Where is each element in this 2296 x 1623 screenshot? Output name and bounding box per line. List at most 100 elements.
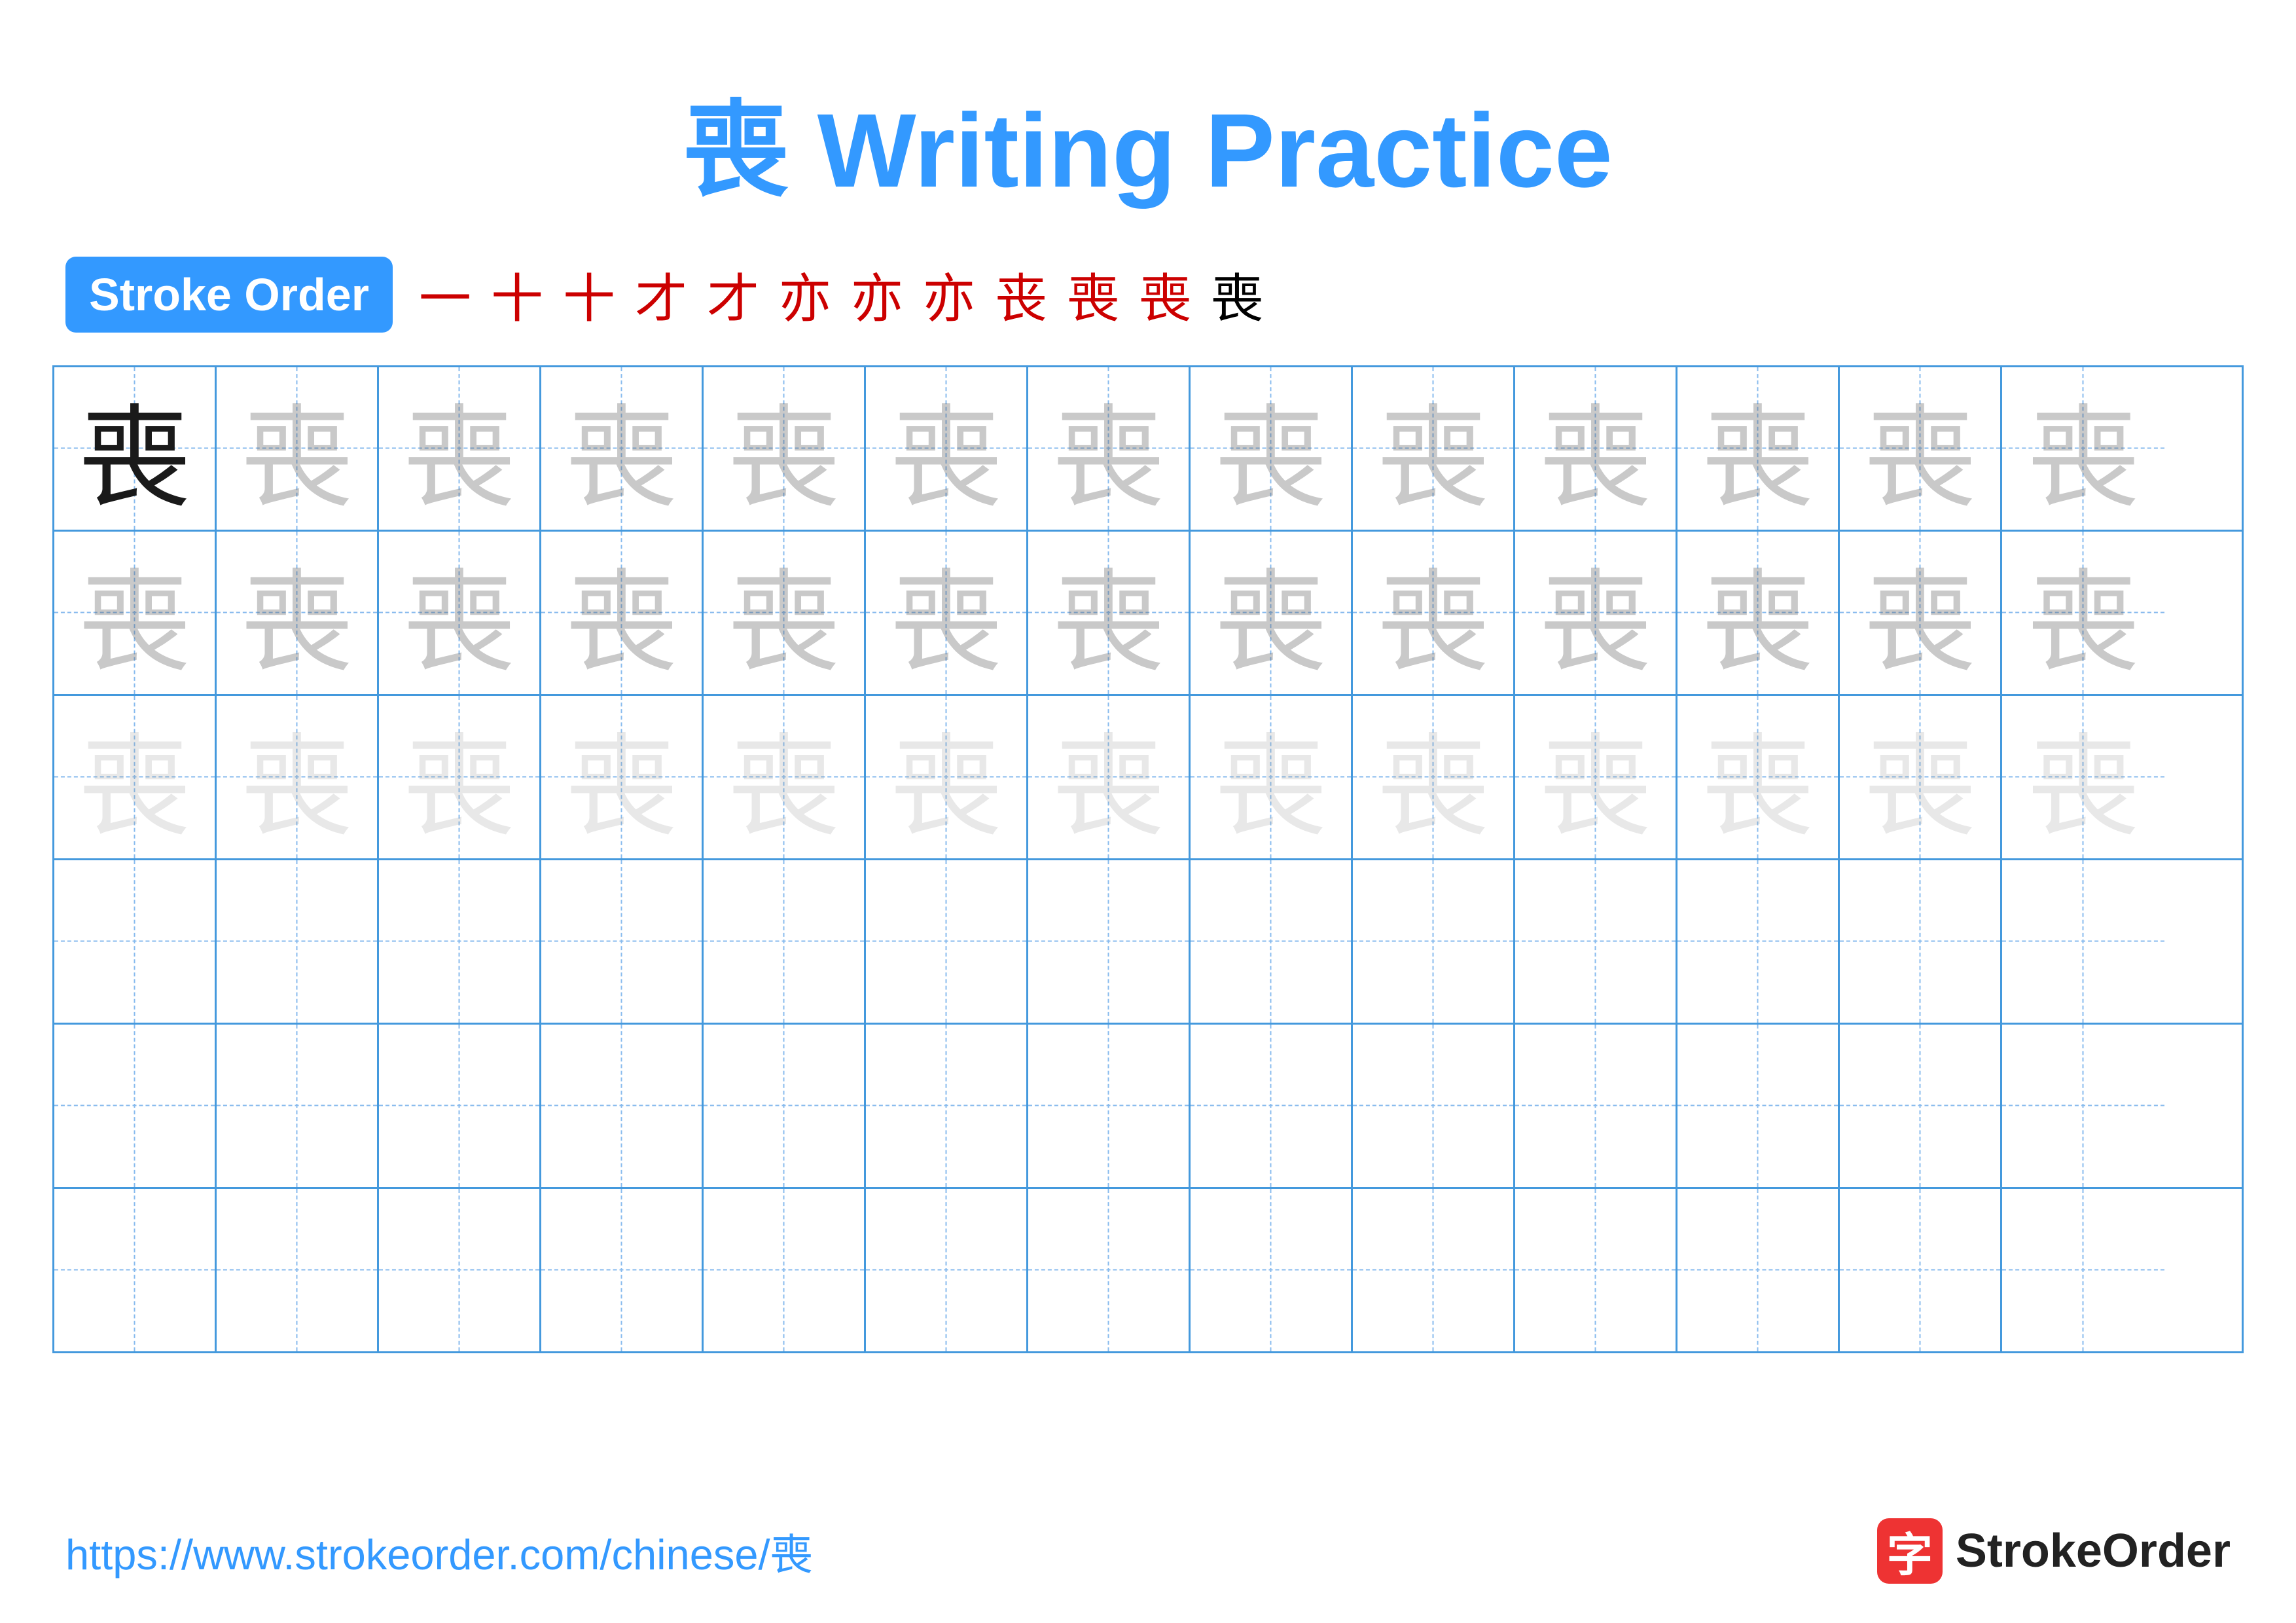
grid-cell[interactable] xyxy=(1028,1189,1191,1351)
stroke-step-3: 十 xyxy=(563,257,615,333)
grid-cell[interactable] xyxy=(379,860,541,1023)
char-trace: 喪 xyxy=(1702,532,1813,693)
grid-cell[interactable] xyxy=(1353,1025,1515,1187)
grid-cell: 喪 xyxy=(379,367,541,530)
grid-cell: 喪 xyxy=(1840,367,2002,530)
grid-cell[interactable] xyxy=(54,860,217,1023)
grid-cell[interactable] xyxy=(1677,1025,1840,1187)
grid-row-1: 喪 喪 喪 喪 喪 喪 喪 喪 喪 喪 喪 喪 xyxy=(54,367,2242,532)
grid-cell: 喪 xyxy=(1840,532,2002,694)
grid-cell[interactable] xyxy=(217,1189,379,1351)
grid-cell: 喪 xyxy=(1191,367,1353,530)
footer-logo: 字 StrokeOrder xyxy=(1877,1518,2231,1584)
grid-cell[interactable] xyxy=(1677,860,1840,1023)
stroke-step-9: 丧 xyxy=(995,257,1047,333)
char-trace: 喪 xyxy=(2028,697,2139,858)
grid-cell: 喪 xyxy=(217,367,379,530)
grid-cell[interactable] xyxy=(1353,860,1515,1023)
grid-cell: 喪 xyxy=(1028,532,1191,694)
grid-cell: 喪 xyxy=(217,696,379,858)
grid-cell[interactable] xyxy=(1677,1189,1840,1351)
char-trace: 喪 xyxy=(1052,368,1164,529)
grid-cell[interactable] xyxy=(2002,1189,2164,1351)
grid-cell: 喪 xyxy=(541,532,704,694)
title-char: 喪 xyxy=(683,92,788,209)
grid-cell: 喪 xyxy=(1515,696,1677,858)
grid-cell: 喪 xyxy=(1353,532,1515,694)
grid-cell: 喪 xyxy=(541,367,704,530)
grid-row-2: 喪 喪 喪 喪 喪 喪 喪 喪 喪 喪 喪 喪 xyxy=(54,532,2242,696)
grid-cell[interactable] xyxy=(379,1189,541,1351)
grid-cell[interactable] xyxy=(1191,1189,1353,1351)
grid-cell[interactable] xyxy=(54,1025,217,1187)
char-trace: 喪 xyxy=(79,697,190,858)
grid-cell: 喪 xyxy=(379,532,541,694)
grid-cell[interactable] xyxy=(1515,860,1677,1023)
grid-cell: 喪 xyxy=(2002,696,2164,858)
grid-cell[interactable] xyxy=(1353,1189,1515,1351)
grid-row-4 xyxy=(54,860,2242,1025)
grid-cell: 喪 xyxy=(1677,367,1840,530)
page-title: 喪 Writing Practice xyxy=(0,0,2296,217)
grid-cell[interactable] xyxy=(541,1025,704,1187)
char-trace: 喪 xyxy=(565,368,677,529)
grid-cell[interactable] xyxy=(2002,860,2164,1023)
grid-cell[interactable] xyxy=(2002,1025,2164,1187)
char-trace: 喪 xyxy=(890,532,1001,693)
char-trace: 喪 xyxy=(403,532,514,693)
grid-cell[interactable] xyxy=(866,1025,1028,1187)
char-trace: 喪 xyxy=(728,697,839,858)
char-trace: 喪 xyxy=(890,697,1001,858)
char-main: 喪 xyxy=(79,368,190,529)
char-trace: 喪 xyxy=(1864,368,1975,529)
stroke-step-4: 才 xyxy=(635,257,687,333)
stroke-order-row: Stroke Order 一 十 十 才 才 亦 亦 亦 丧 喪 喪 喪 xyxy=(0,257,2296,333)
footer-logo-icon: 字 xyxy=(1877,1518,1943,1584)
grid-cell[interactable] xyxy=(217,860,379,1023)
stroke-order-badge: Stroke Order xyxy=(65,257,393,333)
grid-cell[interactable] xyxy=(54,1189,217,1351)
grid-cell: 喪 xyxy=(1353,367,1515,530)
stroke-step-6: 亦 xyxy=(779,257,831,333)
grid-row-5 xyxy=(54,1025,2242,1189)
stroke-step-1: 一 xyxy=(419,257,471,333)
grid-cell: 喪 xyxy=(1515,532,1677,694)
grid-cell[interactable] xyxy=(541,860,704,1023)
char-trace: 喪 xyxy=(1864,532,1975,693)
grid-cell[interactable] xyxy=(1840,1189,2002,1351)
char-trace: 喪 xyxy=(890,368,1001,529)
grid-cell[interactable] xyxy=(1840,1025,2002,1187)
grid-cell: 喪 xyxy=(54,367,217,530)
grid-cell[interactable] xyxy=(1515,1025,1677,1187)
footer-logo-text: StrokeOrder xyxy=(1956,1524,2231,1578)
grid-cell[interactable] xyxy=(541,1189,704,1351)
grid-cell[interactable] xyxy=(866,1189,1028,1351)
grid-cell[interactable] xyxy=(704,1189,866,1351)
grid-cell[interactable] xyxy=(866,860,1028,1023)
grid-cell[interactable] xyxy=(1191,860,1353,1023)
grid-cell[interactable] xyxy=(704,1025,866,1187)
char-trace: 喪 xyxy=(1215,532,1326,693)
grid-cell[interactable] xyxy=(1191,1025,1353,1187)
grid-cell[interactable] xyxy=(1028,860,1191,1023)
grid-cell: 喪 xyxy=(704,696,866,858)
stroke-step-5: 才 xyxy=(707,257,759,333)
grid-cell: 喪 xyxy=(866,367,1028,530)
grid-cell[interactable] xyxy=(1515,1189,1677,1351)
footer-url[interactable]: https://www.strokeorder.com/chinese/喪 xyxy=(65,1520,813,1582)
char-trace: 喪 xyxy=(1052,532,1164,693)
stroke-step-12: 喪 xyxy=(1211,257,1263,333)
char-trace: 喪 xyxy=(79,532,190,693)
stroke-step-2: 十 xyxy=(491,257,543,333)
grid-cell[interactable] xyxy=(217,1025,379,1187)
grid-cell[interactable] xyxy=(379,1025,541,1187)
stroke-step-11: 喪 xyxy=(1139,257,1191,333)
grid-cell[interactable] xyxy=(1840,860,2002,1023)
grid-row-6 xyxy=(54,1189,2242,1351)
char-trace: 喪 xyxy=(1377,368,1488,529)
grid-cell[interactable] xyxy=(1028,1025,1191,1187)
grid-cell[interactable] xyxy=(704,860,866,1023)
char-trace: 喪 xyxy=(1377,532,1488,693)
grid-cell: 喪 xyxy=(2002,532,2164,694)
grid-cell: 喪 xyxy=(1515,367,1677,530)
